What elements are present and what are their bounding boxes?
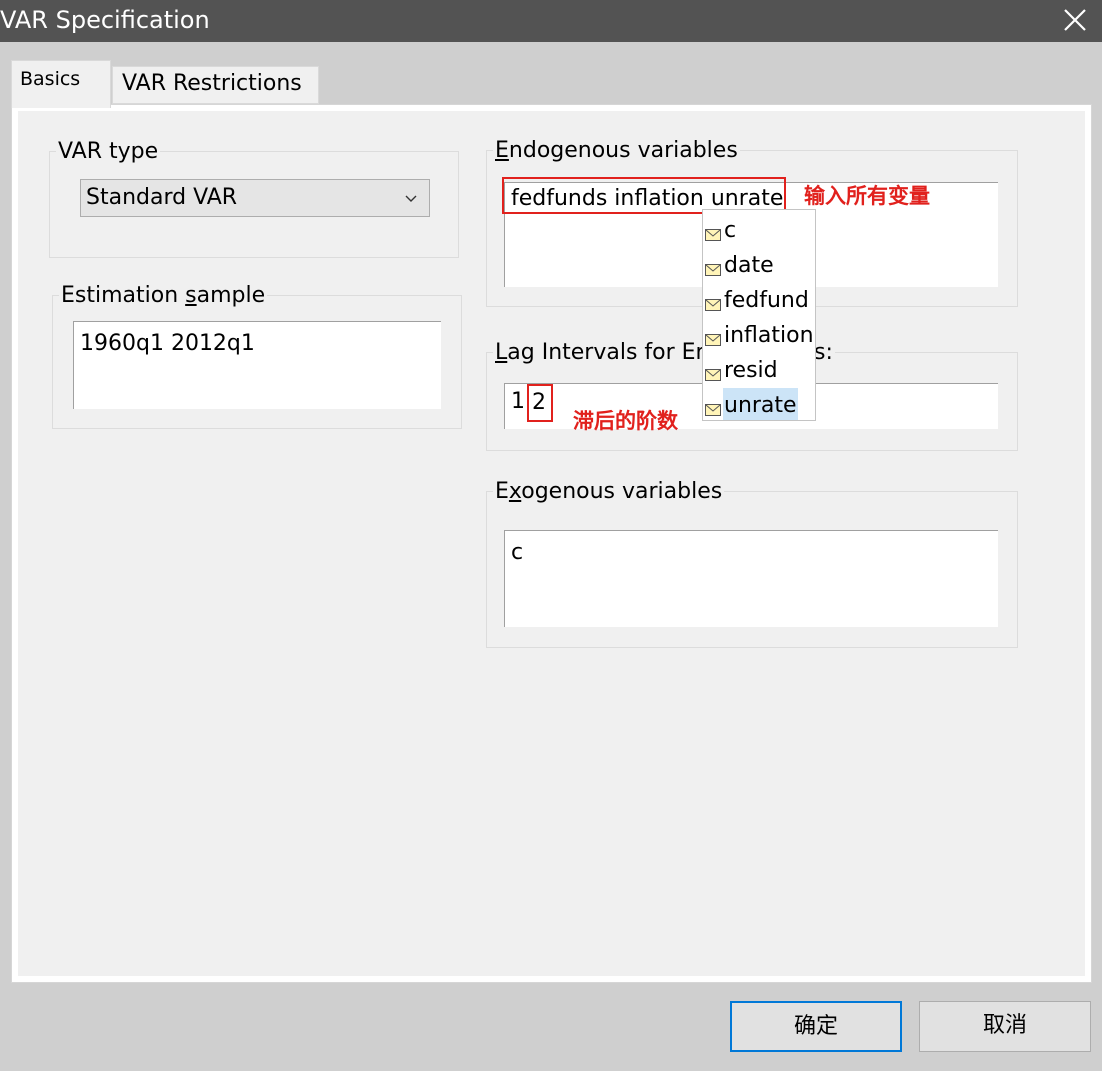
tab-var-restrictions[interactable]: VAR Restrictions bbox=[112, 66, 319, 104]
autocomplete-item-resid[interactable]: resid bbox=[703, 353, 815, 388]
series-icon bbox=[705, 322, 721, 346]
autocomplete-item-label: resid bbox=[724, 358, 778, 383]
series-icon bbox=[705, 392, 721, 416]
exogenous-value: c bbox=[511, 540, 524, 565]
estimation-sample-value: 1960q1 2012q1 bbox=[80, 331, 255, 356]
autocomplete-item-label: date bbox=[724, 253, 774, 278]
exogenous-label: Exogenous variables bbox=[493, 478, 725, 506]
autocomplete-item-inflation[interactable]: inflation bbox=[703, 318, 815, 353]
window-title: VAR Specification bbox=[0, 6, 210, 34]
var-type-value: Standard VAR bbox=[86, 185, 238, 210]
autocomplete-list: c date fedfund inflation resid unrate bbox=[702, 209, 816, 421]
lag-start-value: 1 bbox=[511, 389, 525, 414]
tab-label: VAR Restrictions bbox=[122, 71, 302, 96]
series-icon bbox=[705, 217, 721, 241]
ok-button[interactable]: 确定 bbox=[730, 1001, 902, 1052]
endogenous-annotation: 输入所有变量 bbox=[804, 184, 930, 208]
exogenous-field[interactable]: c bbox=[504, 530, 998, 627]
var-type-dropdown[interactable]: Standard VAR bbox=[80, 179, 430, 217]
cancel-button[interactable]: 取消 bbox=[919, 1001, 1091, 1052]
autocomplete-item-label: inflation bbox=[724, 323, 814, 348]
var-type-label: VAR type bbox=[56, 138, 161, 166]
tab-basics[interactable]: Basics bbox=[11, 60, 111, 108]
tab-label: Basics bbox=[20, 68, 81, 90]
autocomplete-item-date[interactable]: date bbox=[703, 248, 815, 283]
title-bar: VAR Specification bbox=[0, 0, 1102, 42]
estimation-sample-label: Estimation sample bbox=[59, 282, 268, 310]
estimation-sample-field[interactable]: 1960q1 2012q1 bbox=[73, 321, 441, 409]
lag-annotation: 滞后的阶数 bbox=[573, 409, 678, 433]
close-icon[interactable] bbox=[1058, 2, 1092, 38]
autocomplete-item-label: fedfund bbox=[724, 288, 809, 313]
series-icon bbox=[705, 287, 721, 311]
autocomplete-item-unrate[interactable]: unrate bbox=[703, 388, 815, 420]
series-icon bbox=[705, 252, 721, 276]
ok-button-label: 确定 bbox=[793, 1014, 838, 1039]
chevron-down-icon bbox=[404, 191, 418, 205]
autocomplete-item-label: c bbox=[724, 218, 737, 243]
autocomplete-item-label: unrate bbox=[723, 388, 798, 420]
autocomplete-item-fedfund[interactable]: fedfund bbox=[703, 283, 815, 318]
autocomplete-item-c[interactable]: c bbox=[703, 213, 815, 248]
lag-end-highlight-box: 2 bbox=[527, 384, 553, 422]
cancel-button-label: 取消 bbox=[982, 1013, 1027, 1038]
endogenous-label: Endogenous variables bbox=[493, 137, 740, 165]
lag-end-value: 2 bbox=[532, 390, 546, 415]
lag-intervals-label: Lag Intervals for En bbox=[493, 339, 712, 367]
series-icon bbox=[705, 357, 721, 381]
